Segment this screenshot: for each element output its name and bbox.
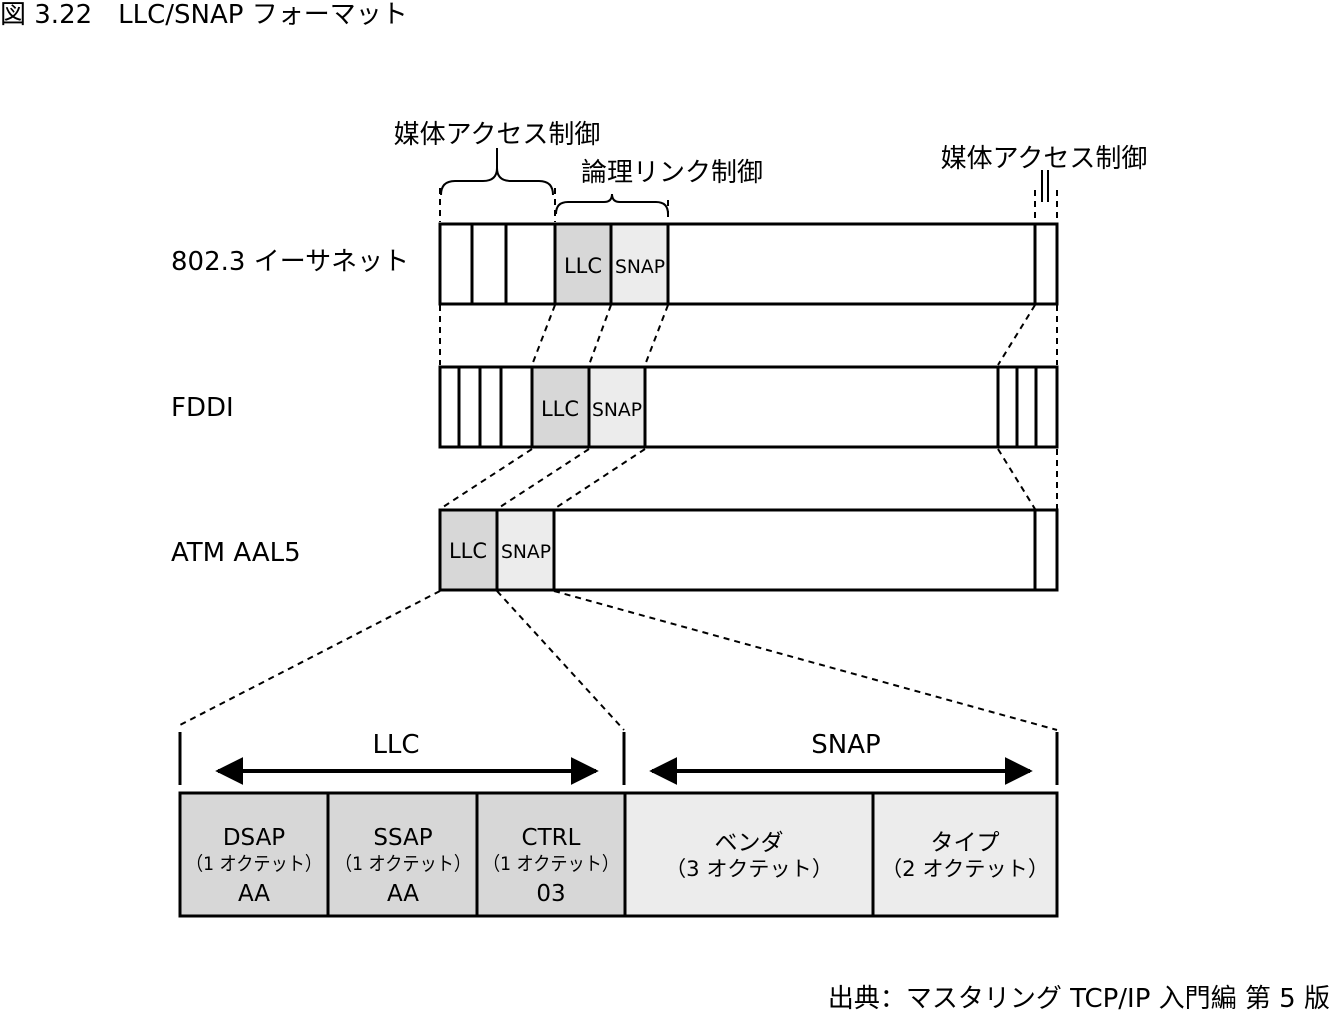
frame-fddi: LLC SNAP [438,365,1059,449]
field-size: （1 オクテット） [483,853,619,875]
field-size: （1 オクテット） [335,853,471,875]
snap-span-label: SNAP [811,730,880,760]
snap-segment-label: SNAP [501,541,551,563]
source-caption: 出典：マスタリング TCP/IP 入門編 第 5 版 [827,984,1330,1014]
field-name: タイプ [931,830,1000,856]
llc-annotation: 論理リンク制御 [581,158,763,188]
field-name: SSAP [373,825,432,851]
llc-segment-label: LLC [541,397,579,421]
llc-span-label: LLC [372,730,419,760]
field-name: CTRL [522,825,581,851]
field-size: （3 オクテット） [665,857,833,881]
llc-snap-diagram: 媒体アクセス制御 論理リンク制御 媒体アクセス制御 LLC SNAP LLC S… [178,120,1148,918]
snap-segment-label: SNAP [615,256,665,278]
llc-brace [555,193,669,215]
field-size: （2 オクテット） [881,857,1049,881]
frame-ethernet: LLC SNAP [438,222,1059,306]
field-name: DSAP [223,825,285,851]
mac-annotation-right: 媒体アクセス制御 [941,144,1148,174]
field-size: （1 オクテット） [186,853,322,875]
mac-annotation-left: 媒体アクセス制御 [394,120,601,150]
llc-segment-label: LLC [564,254,602,278]
llc-segment-label: LLC [449,539,487,563]
field-value: AA [238,881,270,907]
field-name: ベンダ [715,830,784,856]
field-value: 03 [536,881,565,907]
field-value: AA [387,881,419,907]
detail-fields: DSAP （1 オクテット） AA SSAP （1 オクテット） AA CTRL… [178,791,1059,918]
snap-segment-label: SNAP [592,399,642,421]
frame-atm: LLC SNAP [438,508,1059,592]
mac-brace-left [440,148,554,196]
